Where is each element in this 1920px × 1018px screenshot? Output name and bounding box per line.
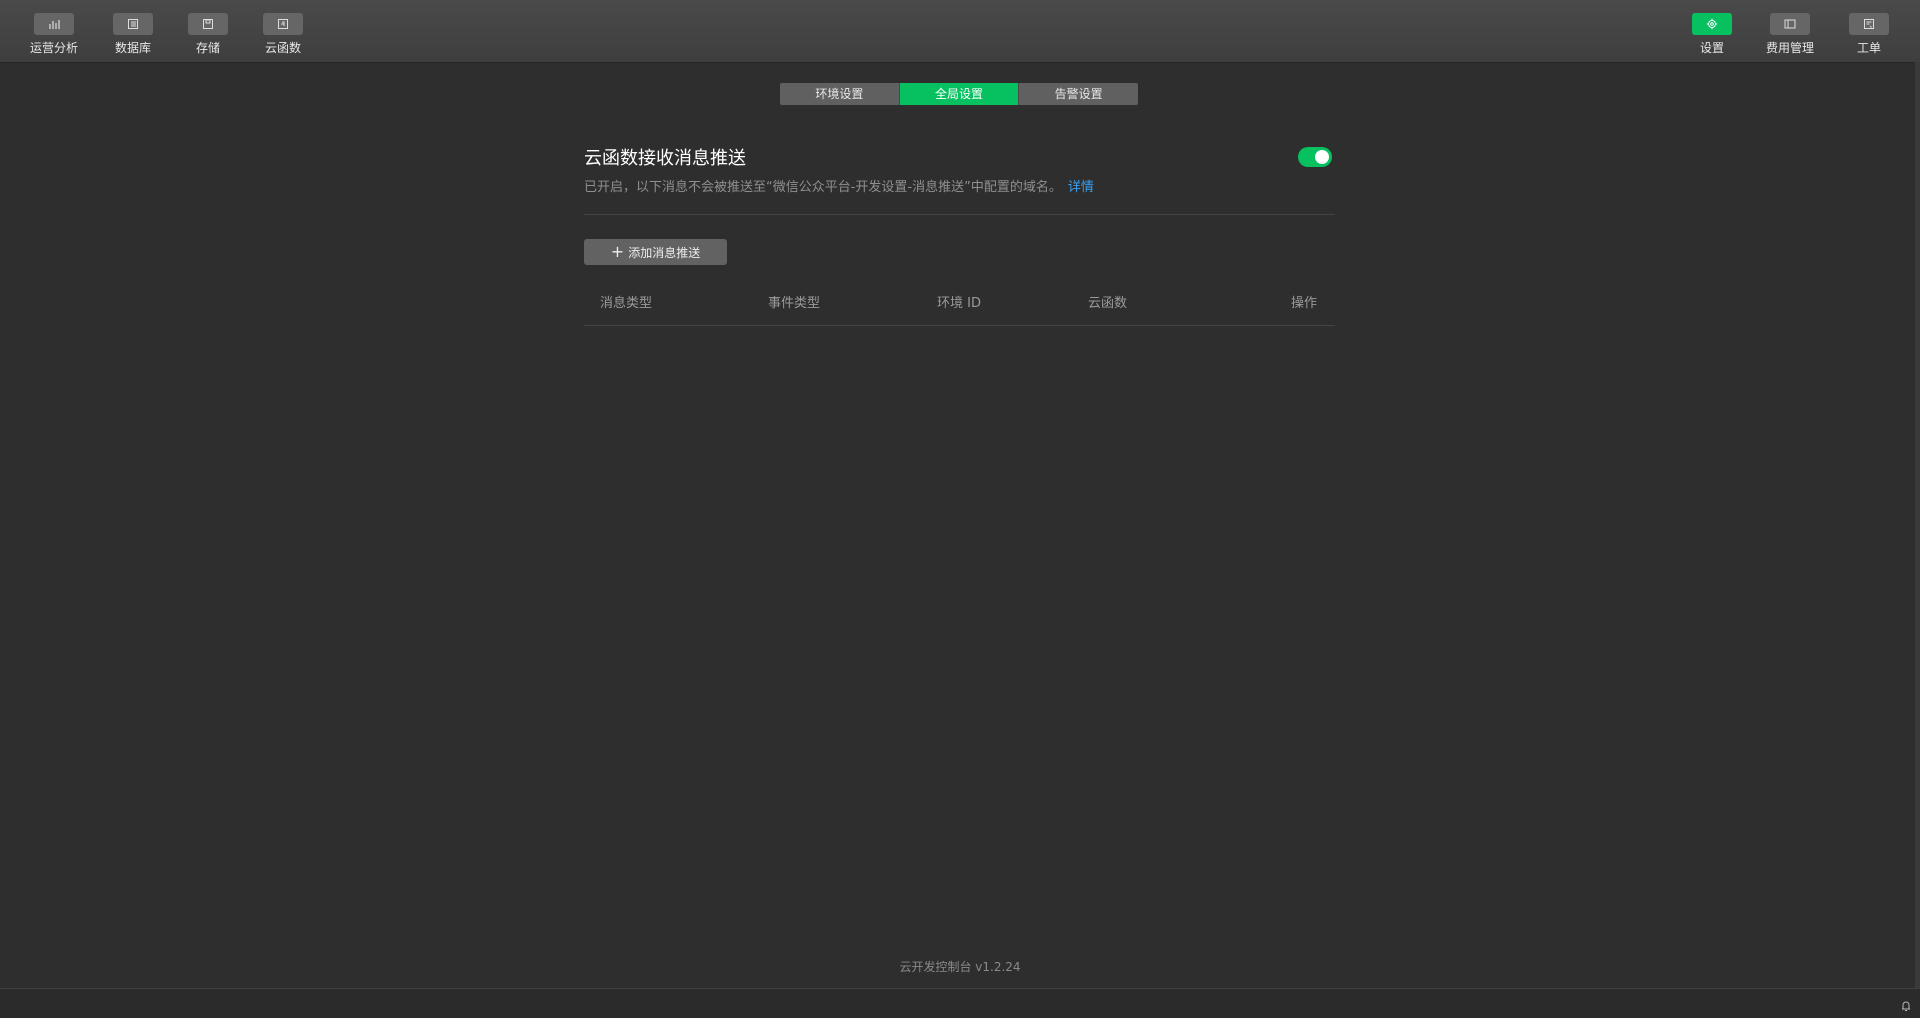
status-bar <box>0 988 1920 1018</box>
toolbar-item-analytics[interactable]: 运营分析 <box>14 13 94 56</box>
section-divider <box>584 214 1335 215</box>
add-message-push-label: 添加消息推送 <box>628 245 701 260</box>
toolbar-item-ticket[interactable]: 工单 <box>1829 13 1909 56</box>
column-header-environment-id: 环境 ID <box>937 296 981 311</box>
tab-alert-settings[interactable]: 告警设置 <box>1019 83 1138 105</box>
toolbar-item-billing[interactable]: 费用管理 <box>1750 13 1830 56</box>
toolbar-item-label: 费用管理 <box>1765 41 1814 55</box>
toolbar-item-database[interactable]: 数据库 <box>93 13 173 56</box>
toolbar-item-label: 云函数 <box>264 41 301 55</box>
storage-icon <box>188 13 228 35</box>
section-title: 云函数接收消息推送 <box>584 148 746 169</box>
top-toolbar: 运营分析 数据库 存储 云函数 设置 费用管理 工单 <box>0 0 1920 63</box>
message-push-toggle[interactable] <box>1298 147 1332 167</box>
tab-environment-settings[interactable]: 环境设置 <box>780 83 900 105</box>
toolbar-item-storage[interactable]: 存储 <box>168 13 248 56</box>
billing-icon <box>1770 13 1810 35</box>
toolbar-item-label: 工单 <box>1856 41 1881 55</box>
add-message-push-button[interactable]: + 添加消息推送 <box>584 239 727 265</box>
bell-icon[interactable] <box>1900 1000 1912 1012</box>
version-footer: 云开发控制台 v1.2.24 <box>899 960 1021 974</box>
details-link[interactable]: 详情 <box>1068 180 1094 195</box>
toolbar-item-settings[interactable]: 设置 <box>1672 13 1752 56</box>
column-header-actions: 操作 <box>1290 296 1317 311</box>
toggle-knob <box>1315 150 1329 164</box>
tab-global-settings[interactable]: 全局设置 <box>899 83 1020 105</box>
section-description-text: 已开启，以下消息不会被推送至“微信公众平台-开发设置-消息推送”中配置的域名。 <box>584 180 1062 195</box>
scrollbar[interactable] <box>1915 62 1920 988</box>
toolbar-item-label: 设置 <box>1699 41 1724 55</box>
column-header-event-type: 事件类型 <box>768 296 821 311</box>
table-header-divider <box>584 325 1335 326</box>
toolbar-item-label: 运营分析 <box>29 41 78 55</box>
ticket-icon <box>1849 13 1889 35</box>
section-description: 已开启，以下消息不会被推送至“微信公众平台-开发设置-消息推送”中配置的域名。详… <box>584 176 1094 195</box>
plus-icon: + <box>610 242 625 261</box>
toolbar-item-label: 存储 <box>195 41 220 55</box>
bar-chart-icon <box>34 13 74 35</box>
toolbar-item-cloud-function[interactable]: 云函数 <box>243 13 323 56</box>
database-icon <box>113 13 153 35</box>
gear-icon <box>1692 13 1732 35</box>
table-header: 消息类型 事件类型 环境 ID 云函数 操作 <box>584 281 1335 325</box>
cloud-function-icon <box>263 13 303 35</box>
toolbar-item-label: 数据库 <box>114 41 151 55</box>
settings-tabs: 环境设置 全局设置 告警设置 <box>780 83 1138 105</box>
column-header-cloud-function: 云函数 <box>1088 296 1128 311</box>
column-header-message-type: 消息类型 <box>600 296 653 311</box>
